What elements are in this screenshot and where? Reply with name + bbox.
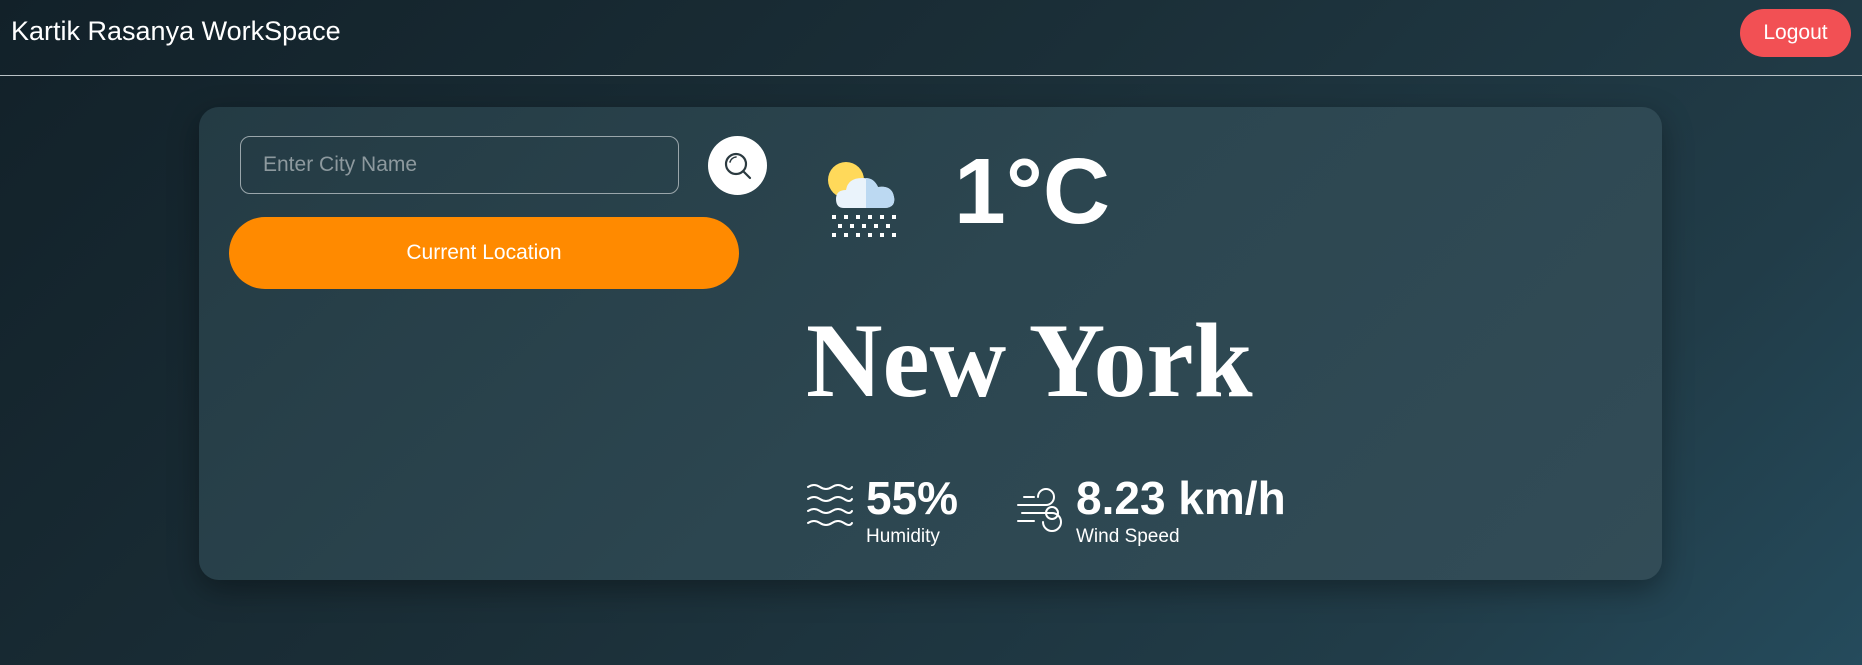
weather-card: Current Location 1°C New York 55% Humidi… (199, 107, 1662, 580)
humidity-label: Humidity (866, 526, 940, 547)
current-location-button[interactable]: Current Location (229, 217, 739, 289)
search-button[interactable] (708, 136, 767, 195)
snow-cloud-sun-icon (828, 162, 896, 237)
wind-speed-label: Wind Speed (1076, 526, 1180, 547)
app-title: Kartik Rasanya WorkSpace (11, 16, 341, 46)
humidity-waves-icon (807, 484, 853, 526)
humidity-value: 55% (866, 472, 959, 524)
search-icon (724, 152, 751, 179)
wind-stat: 8.23 km/h Wind Speed (1016, 475, 1286, 546)
top-navbar: Kartik Rasanya WorkSpace Logout (0, 0, 1862, 76)
wind-icon (1017, 488, 1062, 532)
temperature-value: 1°C (954, 139, 1111, 243)
city-name: New York (806, 302, 1253, 419)
logout-button[interactable]: Logout (1740, 9, 1851, 57)
wind-speed-value: 8.23 km/h (1076, 472, 1286, 524)
humidity-stat: 55% Humidity (806, 475, 958, 546)
city-search-input[interactable] (240, 136, 679, 194)
